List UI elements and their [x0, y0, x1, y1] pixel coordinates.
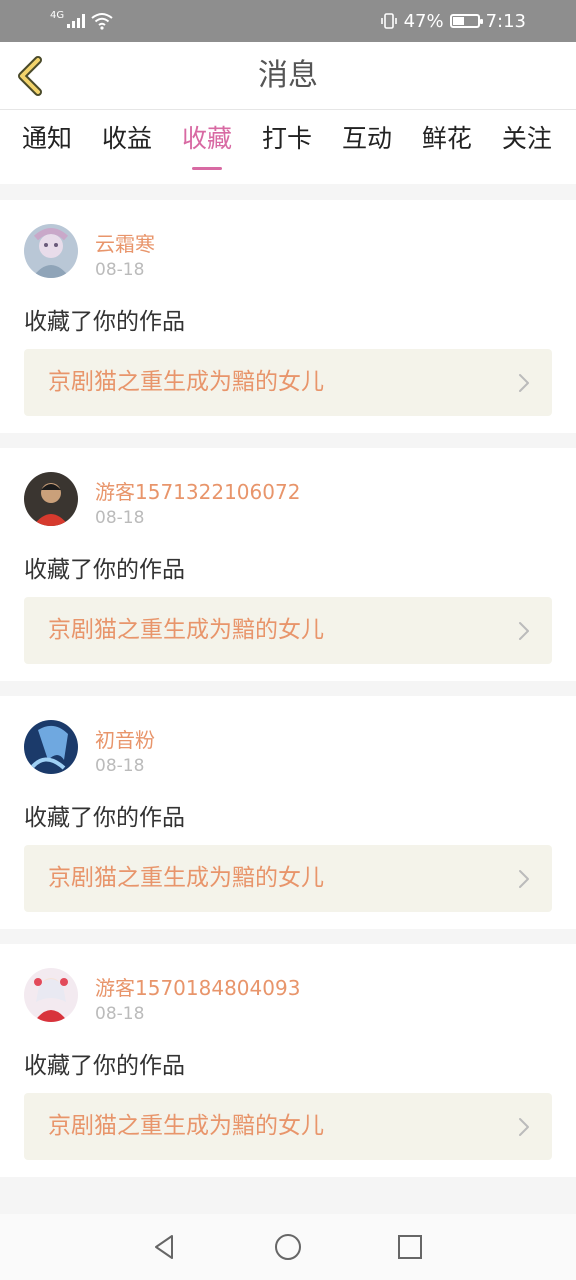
tab-item[interactable]: 收藏 [182, 110, 232, 184]
home-circle-icon[interactable] [273, 1232, 303, 1262]
tab-label: 打卡 [261, 124, 312, 153]
username[interactable]: 游客1571322106072 [95, 476, 300, 505]
back-triangle-icon[interactable] [150, 1232, 180, 1262]
avatar[interactable] [24, 224, 78, 278]
system-nav-bar [0, 1214, 576, 1280]
message-card: 游客1571322106072 08-18 收藏了你的作品京剧猫之重生成为黯的女儿 [0, 448, 576, 681]
username[interactable]: 初音粉 [95, 724, 155, 753]
app-header: 消息 [0, 42, 576, 110]
tab-item[interactable]: 通知 [22, 110, 72, 184]
work-title: 京剧猫之重生成为黯的女儿 [48, 1113, 324, 1139]
tab-bar: 通知 收益 收藏 打卡 互动 鲜花 关注 [0, 110, 576, 184]
status-left: 4G [50, 9, 113, 30]
chevron-right-icon [519, 870, 529, 888]
work-title: 京剧猫之重生成为黯的女儿 [48, 617, 324, 643]
avatar[interactable] [24, 968, 78, 1022]
work-link[interactable]: 京剧猫之重生成为黯的女儿 [24, 349, 552, 416]
tab-item[interactable]: 关注 [502, 110, 552, 184]
tab-label: 鲜花 [421, 124, 472, 153]
battery-percent: 47% [403, 10, 444, 32]
work-link[interactable]: 京剧猫之重生成为黯的女儿 [24, 1093, 552, 1160]
tab-label: 通知 [22, 124, 73, 153]
message-action-text: 收藏了你的作品 [24, 309, 185, 335]
tab-label: 收藏 [181, 124, 232, 153]
chevron-right-icon [519, 1118, 529, 1136]
avatar[interactable] [24, 472, 78, 526]
chevron-right-icon [519, 622, 529, 640]
tab-item[interactable]: 打卡 [262, 110, 312, 184]
chevron-right-icon [519, 374, 529, 392]
message-card: 游客1570184804093 08-18 收藏了你的作品京剧猫之重生成为黯的女儿 [0, 944, 576, 1177]
clock-time: 7:13 [485, 10, 526, 32]
work-link[interactable]: 京剧猫之重生成为黯的女儿 [24, 597, 552, 664]
message-date: 08-18 [95, 508, 145, 528]
message-card: 云霜寒 08-18 收藏了你的作品京剧猫之重生成为黯的女儿 [0, 200, 576, 433]
status-right: 47% 7:13 [380, 11, 526, 32]
battery-icon [449, 14, 483, 28]
avatar[interactable] [24, 720, 78, 774]
message-date: 08-18 [95, 260, 145, 280]
username[interactable]: 游客1570184804093 [95, 972, 300, 1001]
tab-item[interactable]: 互动 [342, 110, 392, 184]
wifi-icon [91, 13, 113, 30]
message-action-text: 收藏了你的作品 [24, 557, 185, 583]
tab-label: 互动 [341, 124, 392, 153]
tab-active-indicator [191, 167, 222, 170]
tab-item[interactable]: 收益 [102, 110, 152, 184]
vibrate-icon [380, 13, 397, 29]
work-title: 京剧猫之重生成为黯的女儿 [48, 369, 324, 395]
tab-label: 收益 [101, 124, 152, 153]
status-bar: 4G 47% 7:13 [0, 0, 576, 42]
network-type: 4G [50, 9, 65, 21]
username[interactable]: 云霜寒 [95, 228, 155, 257]
recents-square-icon[interactable] [395, 1232, 425, 1262]
signal-icon [67, 14, 86, 28]
message-card: 初音粉 08-18 收藏了你的作品京剧猫之重生成为黯的女儿 [0, 696, 576, 929]
message-date: 08-18 [95, 756, 145, 776]
message-list: 云霜寒 08-18 收藏了你的作品 京剧猫之重生成为黯的女儿 游客15713221060… [0, 200, 576, 1192]
work-link[interactable]: 京剧猫之重生成为黯的女儿 [24, 845, 552, 912]
page-title: 消息 [258, 58, 318, 93]
message-date: 08-18 [95, 1004, 145, 1024]
message-action-text: 收藏了你的作品 [24, 805, 185, 831]
tab-label: 关注 [501, 124, 552, 153]
message-action-text: 收藏了你的作品 [24, 1053, 185, 1079]
work-title: 京剧猫之重生成为黯的女儿 [48, 865, 324, 891]
tab-item[interactable]: 鲜花 [422, 110, 472, 184]
